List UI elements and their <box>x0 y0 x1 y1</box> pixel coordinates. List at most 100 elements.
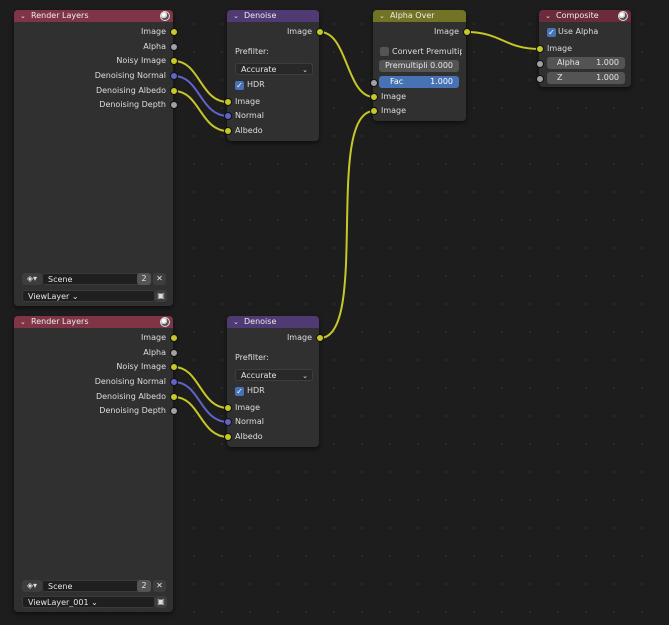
link-rl2-normal-to-denoise2-normal <box>173 381 229 423</box>
input-albedo: Albedo <box>235 432 263 441</box>
chevron-down-icon: ⌄ <box>71 292 79 301</box>
fac-label: Fac <box>390 77 404 86</box>
socket-input-image[interactable] <box>536 45 544 53</box>
unlink-scene-button[interactable]: ✕ <box>153 273 166 285</box>
output-denoising-depth: Denoising Depth <box>99 100 166 109</box>
link-denoise1-to-alphaover-image1 <box>319 31 375 98</box>
alpha-over-header[interactable]: ⌄ Alpha Over <box>373 10 466 22</box>
fac-slider[interactable]: Fac 1.000 <box>379 76 459 88</box>
scene-users-count[interactable]: 2 <box>137 580 151 592</box>
socket-output-denoising-depth[interactable] <box>170 101 178 109</box>
denoise-node-2[interactable]: ⌄ Denoise Image Prefilter: Accurate ⌄ ✓ … <box>224 316 324 447</box>
prefilter-label: Prefilter: <box>235 353 269 362</box>
socket-output-image[interactable] <box>316 28 324 36</box>
socket-output-denoising-albedo[interactable] <box>170 87 178 95</box>
socket-output-image[interactable] <box>170 334 178 342</box>
socket-input-albedo[interactable] <box>224 433 232 441</box>
input-image: Image <box>235 403 261 412</box>
output-denoising-depth: Denoising Depth <box>99 406 166 415</box>
output-denoising-normal: Denoising Normal <box>94 71 166 80</box>
view-layer-value: ViewLayer <box>28 292 70 301</box>
use-alpha-label: Use Alpha <box>558 27 599 36</box>
prefilter-dropdown[interactable]: Accurate ⌄ <box>235 369 313 381</box>
render-icon[interactable] <box>618 11 628 21</box>
unlink-scene-button[interactable]: ✕ <box>153 580 166 592</box>
z-label: Z <box>557 73 563 82</box>
socket-output-image[interactable] <box>316 334 324 342</box>
output-denoising-albedo: Denoising Albedo <box>95 86 166 95</box>
alpha-field[interactable]: Alpha 1.000 <box>547 57 625 69</box>
view-layer-dropdown[interactable]: ViewLayer_001 ⌄ <box>22 596 155 608</box>
render-layers-icon[interactable]: ▣ <box>155 596 167 608</box>
premultiplied-value: 0.000 <box>430 61 453 70</box>
socket-output-denoising-depth[interactable] <box>170 407 178 415</box>
scene-selector-button[interactable]: ◈▾ <box>22 580 42 592</box>
premultiplied-slider[interactable]: Premultipli 0.000 <box>379 60 459 72</box>
socket-input-image-2[interactable] <box>370 107 378 115</box>
scene-users-count[interactable]: 2 <box>137 273 151 285</box>
convert-premultiplied-checkbox[interactable] <box>380 47 389 56</box>
denoise-header[interactable]: ⌄ Denoise <box>227 316 319 328</box>
socket-output-denoising-normal[interactable] <box>170 72 178 80</box>
collapse-chevron-icon[interactable]: ⌄ <box>20 10 26 22</box>
render-layers-node-1[interactable]: ⌄ Render Layers Image Alpha Noisy Image … <box>14 10 178 306</box>
denoise-header[interactable]: ⌄ Denoise <box>227 10 319 22</box>
socket-output-denoising-normal[interactable] <box>170 378 178 386</box>
socket-input-fac[interactable] <box>370 79 378 87</box>
socket-output-image[interactable] <box>463 28 471 36</box>
input-normal: Normal <box>235 417 264 426</box>
view-layer-dropdown[interactable]: ViewLayer ⌄ <box>22 290 155 302</box>
alpha-over-node[interactable]: ⌄ Alpha Over Image Convert Premultipl...… <box>370 10 471 121</box>
scene-field[interactable]: Scene <box>42 273 148 285</box>
link-rl2-albedo-to-denoise2-albedo <box>173 396 229 438</box>
collapse-chevron-icon[interactable]: ⌄ <box>545 10 551 22</box>
input-normal: Normal <box>235 111 264 120</box>
use-alpha-checkbox[interactable]: ✓ <box>547 28 556 37</box>
socket-output-alpha[interactable] <box>170 349 178 357</box>
socket-output-image[interactable] <box>170 28 178 36</box>
denoise-node-1[interactable]: ⌄ Denoise Image Prefilter: Accurate ⌄ ✓ … <box>224 10 324 141</box>
link-rl2-noisy-to-denoise2-image <box>173 366 229 409</box>
render-layers-header[interactable]: ⌄ Render Layers <box>14 10 173 22</box>
socket-input-z[interactable] <box>536 75 544 83</box>
output-denoising-albedo: Denoising Albedo <box>95 392 166 401</box>
socket-input-alpha[interactable] <box>536 60 544 68</box>
composite-node[interactable]: ⌄ Composite ✓ Use Alpha Image Alpha 1.00… <box>536 10 631 87</box>
collapse-chevron-icon[interactable]: ⌄ <box>233 10 239 22</box>
scene-field[interactable]: Scene <box>42 580 148 592</box>
render-icon[interactable] <box>160 317 170 327</box>
socket-output-noisy-image[interactable] <box>170 57 178 65</box>
collapse-chevron-icon[interactable]: ⌄ <box>20 316 26 328</box>
socket-output-noisy-image[interactable] <box>170 363 178 371</box>
prefilter-label: Prefilter: <box>235 47 269 56</box>
collapse-chevron-icon[interactable]: ⌄ <box>233 316 239 328</box>
alpha-label: Alpha <box>557 58 580 67</box>
output-image: Image <box>286 27 312 36</box>
socket-input-image-1[interactable] <box>370 93 378 101</box>
socket-input-normal[interactable] <box>224 418 232 426</box>
collapse-chevron-icon[interactable]: ⌄ <box>379 10 385 22</box>
socket-output-alpha[interactable] <box>170 43 178 51</box>
input-image: Image <box>547 44 573 53</box>
output-alpha: Alpha <box>143 42 166 51</box>
node-title: Denoise <box>244 11 277 20</box>
socket-input-image[interactable] <box>224 98 232 106</box>
render-layers-node-2[interactable]: ⌄ Render Layers Image Alpha Noisy Image … <box>14 316 178 612</box>
render-layers-icon[interactable]: ▣ <box>155 290 167 302</box>
prefilter-value: Accurate <box>241 371 277 380</box>
link-rl1-normal-to-denoise1-normal <box>173 75 229 117</box>
render-icon[interactable] <box>160 11 170 21</box>
render-layers-header[interactable]: ⌄ Render Layers <box>14 316 173 328</box>
hdr-checkbox[interactable]: ✓ <box>235 81 244 90</box>
socket-input-image[interactable] <box>224 404 232 412</box>
socket-output-denoising-albedo[interactable] <box>170 393 178 401</box>
z-field[interactable]: Z 1.000 <box>547 72 625 84</box>
socket-input-normal[interactable] <box>224 112 232 120</box>
scene-selector-button[interactable]: ◈▾ <box>22 273 42 285</box>
socket-input-albedo[interactable] <box>224 127 232 135</box>
hdr-label: HDR <box>247 80 265 89</box>
hdr-checkbox[interactable]: ✓ <box>235 387 244 396</box>
input-albedo: Albedo <box>235 126 263 135</box>
prefilter-dropdown[interactable]: Accurate ⌄ <box>235 63 313 75</box>
composite-header[interactable]: ⌄ Composite <box>539 10 631 22</box>
